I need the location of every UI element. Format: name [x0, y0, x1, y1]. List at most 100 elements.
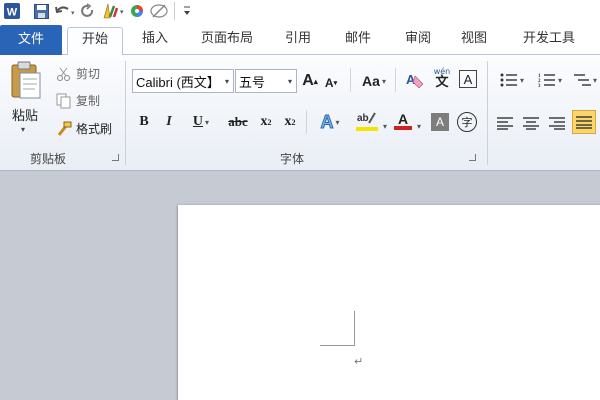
eraser-icon[interactable] — [146, 1, 172, 21]
font-size-combo[interactable]: 五号 ▾ — [235, 69, 297, 93]
highlight-dropdown-icon[interactable]: ▾ — [380, 115, 388, 137]
color-icon[interactable] — [128, 1, 146, 21]
font-name-value: Calibri (西文】 — [136, 74, 220, 90]
scissors-icon — [57, 67, 70, 81]
character-shading-button[interactable]: A — [431, 113, 449, 131]
clear-formatting-icon[interactable]: A — [404, 69, 426, 91]
font-color-dropdown-icon[interactable]: ▾ — [414, 115, 422, 137]
copy-label: 复制 — [76, 94, 101, 108]
format-painter-label: 格式刷 — [76, 122, 113, 136]
justify-icon — [576, 116, 592, 129]
underline-label: U — [192, 114, 204, 129]
highlight-color-swatch — [356, 127, 378, 131]
save-icon[interactable] — [30, 1, 52, 21]
font-size-value: 五号 — [239, 74, 266, 90]
highlighter-icon: ab — [357, 112, 376, 124]
redo-icon[interactable] — [78, 1, 98, 21]
font-color-button[interactable]: A — [393, 110, 413, 132]
bold-button[interactable]: B — [134, 111, 154, 133]
svg-text:▾: ▾ — [71, 9, 75, 17]
subscript-mark: 2 — [267, 117, 272, 127]
change-case-button[interactable]: Aa ▾ — [358, 70, 390, 92]
paste-dropdown-icon[interactable]: ▾ — [21, 125, 25, 134]
tab-developer[interactable]: 开发工具 — [514, 27, 584, 55]
numbering-button[interactable]: 1 2 3 ▾ — [533, 69, 567, 91]
bullets-icon — [500, 73, 517, 87]
highlight-button[interactable]: ab — [350, 110, 384, 132]
tab-mailings[interactable]: 邮件 — [336, 27, 380, 55]
tab-page-layout[interactable]: 页面布局 — [194, 27, 260, 55]
grow-font-button[interactable]: A ▴ — [300, 70, 320, 92]
enclose-characters-button[interactable]: 字 — [457, 112, 477, 132]
format-painter-icon — [57, 121, 72, 136]
phonetic-guide-icon: 文 — [435, 74, 449, 90]
tab-view[interactable]: 视图 — [452, 27, 496, 55]
qat-more-icon[interactable] — [180, 1, 194, 21]
shrink-font-label: A — [324, 76, 334, 90]
svg-text:ab: ab — [357, 113, 369, 124]
italic-button[interactable]: I — [160, 111, 178, 133]
quick-access-toolbar: W ▾ ▾ — [0, 0, 600, 22]
text-effect-label: A — [320, 111, 334, 132]
font-name-dropdown-icon[interactable]: ▾ — [225, 77, 229, 86]
format-painter-button[interactable]: 格式刷 — [56, 120, 112, 137]
document-page[interactable]: ↵ — [178, 205, 600, 400]
change-case-label: Aa — [362, 73, 380, 89]
multilevel-list-button[interactable]: ▾ — [571, 69, 599, 91]
word-logo-icon[interactable]: W — [2, 1, 22, 21]
character-shading-label: A — [435, 115, 444, 129]
font-size-dropdown-icon[interactable]: ▾ — [288, 77, 292, 86]
character-border-icon[interactable]: A — [459, 70, 477, 88]
svg-text:W: W — [7, 7, 18, 19]
tab-references[interactable]: 引用 — [278, 27, 318, 55]
grow-font-label: A — [302, 72, 314, 89]
document-canvas: ↵ — [0, 172, 600, 400]
underline-button[interactable]: U ▾ — [186, 111, 216, 133]
tab-insert[interactable]: 插入 — [133, 27, 177, 55]
phonetic-guide-button[interactable]: wén 文 — [430, 67, 454, 89]
ribbon-tab-bar: 文件 开始 插入 页面布局 引用 邮件 审阅 视图 开发工具 — [0, 22, 600, 56]
italic-label: I — [166, 114, 172, 129]
svg-text:3: 3 — [538, 84, 541, 88]
superscript-label: x — [284, 114, 292, 129]
align-left-button[interactable] — [495, 112, 515, 134]
copy-button[interactable]: 复制 — [56, 92, 100, 109]
strikethrough-button[interactable]: abc — [224, 111, 252, 133]
paste-icon[interactable] — [8, 61, 44, 101]
align-center-icon — [523, 117, 539, 130]
paste-button[interactable]: 粘贴 — [12, 105, 38, 124]
text-effect-button[interactable]: A ▾ — [314, 111, 346, 133]
shrink-font-button[interactable]: A ▾ — [322, 72, 340, 94]
subscript-button[interactable]: x2 — [256, 111, 276, 133]
align-center-button[interactable] — [521, 112, 541, 134]
clipboard-group-label: 剪贴板 — [30, 152, 67, 166]
ribbon-home: 粘贴 ▾ 剪切 复制 格式刷 剪贴板 Calibri (西文】 ▾ 五号 ▾ A… — [0, 55, 600, 171]
font-color-swatch — [394, 126, 412, 130]
multilevel-list-icon — [573, 74, 591, 86]
tab-file[interactable]: 文件 — [0, 25, 62, 55]
font-group-label: 字体 — [280, 152, 305, 166]
align-right-icon — [549, 117, 565, 130]
font-color-label: A — [397, 111, 409, 127]
justify-button[interactable] — [572, 110, 596, 134]
font-name-combo[interactable]: Calibri (西文】 ▾ — [132, 69, 234, 93]
customize-icon[interactable]: ▾ — [98, 1, 128, 21]
superscript-button[interactable]: x2 — [280, 111, 300, 133]
clipboard-launcher-icon[interactable] — [112, 154, 119, 161]
cut-button[interactable]: 剪切 — [56, 65, 100, 82]
margin-corner-mark — [320, 311, 355, 346]
superscript-mark: 2 — [291, 117, 296, 127]
group-separator — [125, 61, 126, 165]
numbering-icon: 123 — [538, 74, 555, 88]
tab-review[interactable]: 审阅 — [396, 27, 440, 55]
bold-label: B — [139, 114, 149, 129]
cut-label: 剪切 — [76, 67, 101, 81]
font-separator — [350, 68, 351, 92]
tab-home[interactable]: 开始 — [67, 27, 123, 56]
svg-text:▾: ▾ — [120, 8, 124, 16]
align-right-button[interactable] — [547, 112, 567, 134]
group-separator — [487, 61, 488, 165]
bullets-button[interactable]: ▾ — [495, 69, 529, 91]
undo-icon[interactable]: ▾ — [52, 1, 78, 21]
font-launcher-icon[interactable] — [469, 154, 476, 161]
